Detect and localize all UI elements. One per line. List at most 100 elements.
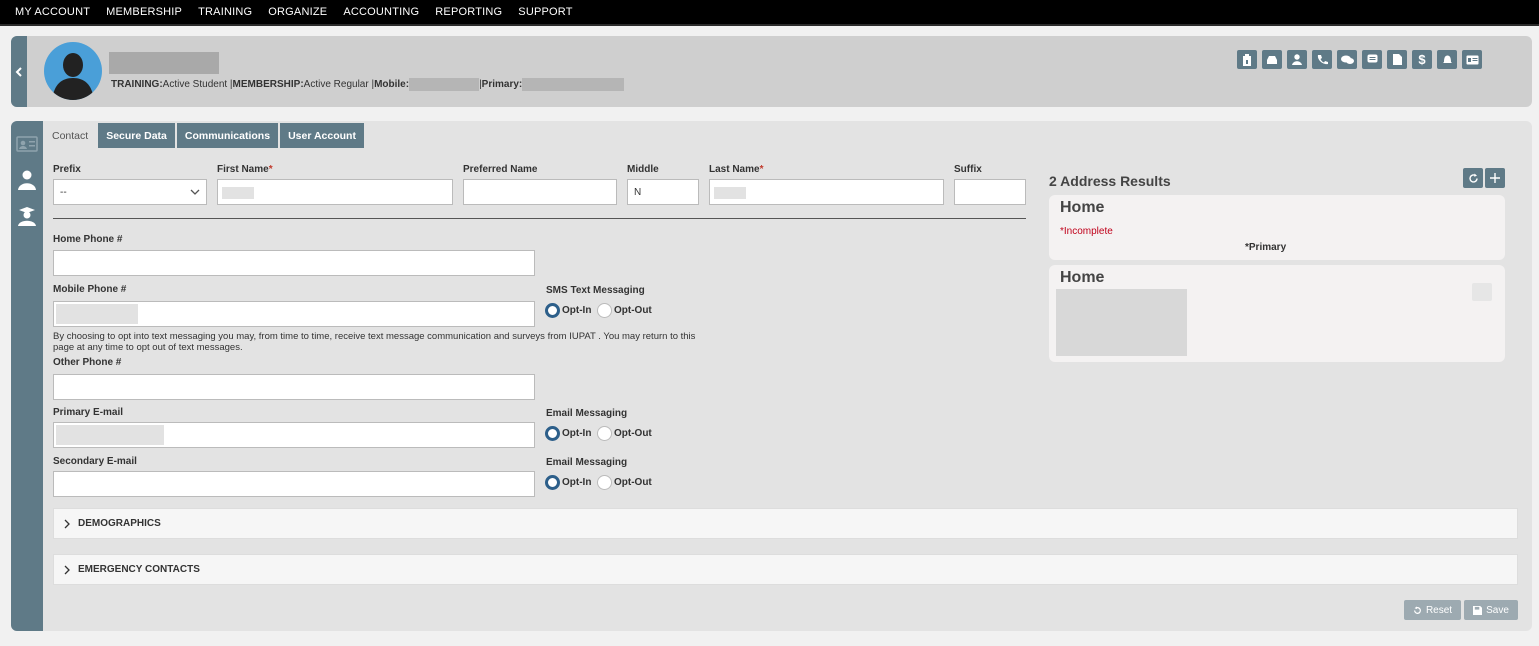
suffix-input[interactable] [954,179,1026,205]
mobile-phone-input[interactable] [53,301,535,327]
nav-accounting[interactable]: ACCOUNTING [343,6,419,18]
user-icon[interactable] [1287,50,1307,69]
demographics-title: DEMOGRAPHICS [78,518,161,529]
emergency-contacts-section[interactable]: EMERGENCY CONTACTS [53,554,1518,585]
nav-support[interactable]: SUPPORT [518,6,572,18]
nav-membership[interactable]: MEMBERSHIP [106,6,182,18]
mobile-redacted [409,78,480,91]
primary-redacted [522,78,625,91]
last-name-input[interactable] [709,179,944,205]
address-details-redacted [1056,289,1187,356]
nav-reporting[interactable]: REPORTING [435,6,502,18]
section-divider [53,218,1026,219]
phone-icon[interactable] [1312,50,1332,69]
tab-user-account[interactable]: User Account [280,123,364,148]
tab-contact[interactable]: Contact [44,123,97,148]
primary-email-label: Primary E-mail [53,407,124,418]
address-card-title: Home [1060,269,1105,286]
primary-email-opt-in-radio[interactable]: Opt-In [545,426,591,441]
primary-email-opt-out-radio[interactable]: Opt-Out [597,426,652,441]
bell-icon[interactable] [1437,50,1457,69]
radio-selected-icon [545,475,560,490]
chevron-down-icon [190,189,200,195]
address-primary-flag: *Primary [1245,242,1287,253]
refresh-icon [1468,173,1478,183]
plus-icon [1490,173,1500,183]
tab-communications[interactable]: Communications [176,123,279,148]
suffix-label: Suffix [954,164,982,175]
person-icon[interactable] [16,170,38,190]
radio-selected-icon [545,303,560,318]
person-silhouette-icon [52,53,94,100]
save-button[interactable]: Save [1464,600,1518,620]
middle-input[interactable]: N [627,179,699,205]
secondary-email-input[interactable] [53,471,535,497]
preferred-name-label: Preferred Name [463,164,538,175]
address-incomplete-status: *Incomplete [1060,226,1113,237]
refresh-addresses-button[interactable] [1463,168,1483,188]
first-name-input[interactable] [217,179,453,205]
sms-label: SMS Text Messaging [546,285,645,296]
sms-opt-out-radio[interactable]: Opt-Out [597,303,652,318]
secondary-email-opt-out-radio[interactable]: Opt-Out [597,475,652,490]
top-nav: MY ACCOUNT MEMBERSHIP TRAINING ORGANIZE … [0,0,1539,26]
reset-button[interactable]: Reset [1404,600,1461,620]
member-summary: TRAINING: Active Student | MEMBERSHIP: A… [111,78,625,91]
chevron-right-icon [64,565,70,574]
secondary-email-messaging-label: Email Messaging [546,457,628,468]
reset-icon [1413,605,1421,614]
radio-empty-icon [597,475,612,490]
secondary-email-label: Secondary E-mail [53,456,137,467]
secondary-email-opt-in-radio[interactable]: Opt-In [545,475,591,490]
nav-training[interactable]: TRAINING [198,6,252,18]
contact-card-icon[interactable] [16,134,38,154]
demographics-section[interactable]: DEMOGRAPHICS [53,508,1518,539]
address-card-1[interactable]: Home *Incomplete *Primary [1049,195,1505,260]
last-name-label: Last Name* [709,164,764,175]
left-sidebar [11,121,43,631]
home-phone-label: Home Phone # [53,234,123,245]
message-icon[interactable] [1362,50,1382,69]
inbox-icon[interactable] [1262,50,1282,69]
radio-empty-icon [597,426,612,441]
email-messaging-label: Email Messaging [546,408,628,419]
primary-email-input[interactable] [53,422,535,448]
tab-secure-data[interactable]: Secure Data [98,123,175,148]
main-panel: Contact Secure Data Communications User … [11,121,1532,631]
graduate-icon[interactable] [16,206,38,226]
middle-label: Middle [627,164,659,175]
clipboard-badge-icon[interactable] [1237,50,1257,69]
mobile-phone-label: Mobile Phone # [53,284,127,295]
radio-empty-icon [597,303,612,318]
home-phone-input[interactable] [53,250,535,276]
avatar [44,42,102,100]
emergency-contacts-title: EMERGENCY CONTACTS [78,564,200,575]
member-name-redacted [109,52,219,74]
id-card-icon[interactable] [1462,50,1482,69]
save-icon [1473,605,1483,615]
middle-value: N [634,186,642,198]
address-card-title: Home [1060,199,1105,216]
add-address-button[interactable] [1485,168,1505,188]
prefix-value: -- [60,186,67,198]
nav-my-account[interactable]: MY ACCOUNT [15,6,90,18]
profile-tabs: Contact Secure Data Communications User … [44,123,366,148]
sms-disclaimer: By choosing to opt into text messaging y… [53,331,696,353]
primary-email-redacted [56,425,164,445]
address-card-2[interactable]: Home [1049,265,1505,362]
other-phone-input[interactable] [53,374,535,400]
prefix-select[interactable]: -- [53,179,207,205]
document-icon[interactable] [1387,50,1407,69]
chat-icon[interactable] [1337,50,1357,69]
mobile-phone-redacted [56,304,138,324]
collapse-toggle[interactable] [11,36,27,107]
preferred-name-input[interactable] [463,179,617,205]
radio-selected-icon [545,426,560,441]
nav-organize[interactable]: ORGANIZE [268,6,327,18]
sms-opt-in-radio[interactable]: Opt-In [545,303,591,318]
chevron-left-icon [15,66,22,77]
header-action-icons: $ [1237,50,1482,69]
first-name-redacted [222,187,254,199]
address-action-icon[interactable] [1472,283,1492,301]
dollar-icon[interactable]: $ [1412,50,1432,69]
